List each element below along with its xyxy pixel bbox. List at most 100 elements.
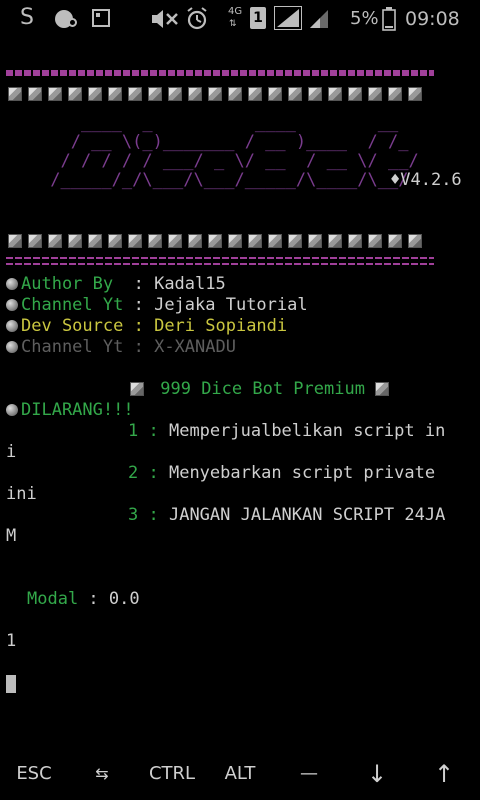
info-value: Kadal15 xyxy=(154,274,226,294)
ascii-line: / / / / / ___/ _ \/ __ / __ \/ __/ xyxy=(40,151,419,171)
esc-key[interactable]: ESC xyxy=(0,752,68,800)
cube-icon xyxy=(268,234,282,248)
info-value: X-XANADU xyxy=(154,337,236,357)
cube-icon xyxy=(130,382,144,396)
dash-key[interactable]: — xyxy=(272,752,346,800)
cube-icon xyxy=(248,87,262,101)
separator-mid-2 xyxy=(6,263,434,265)
cube-icon xyxy=(128,234,142,248)
rule-text: Menyebarkan script private xyxy=(168,463,446,483)
info-sep: : xyxy=(133,274,155,294)
cube-icon xyxy=(408,234,422,248)
info-value: Jejaka Tutorial xyxy=(154,295,308,315)
cube-icon xyxy=(28,87,42,101)
battery-percent: 5% xyxy=(350,8,379,29)
ascii-line: ____ _ ____ __ xyxy=(40,113,409,133)
signal-icon xyxy=(274,6,302,30)
image-icon xyxy=(92,9,110,27)
cube-icon xyxy=(388,87,402,101)
rule-3: 3 : JANGAN JALANKAN SCRIPT 24JA xyxy=(128,505,445,526)
rule-num: 2 xyxy=(128,463,139,483)
cube-icon xyxy=(168,87,182,101)
bullet-icon xyxy=(6,299,18,311)
cube-icon xyxy=(228,87,242,101)
rule-text: Memperjualbelikan script in xyxy=(168,421,446,441)
cube-icon xyxy=(68,87,82,101)
bot-title: 999 Dice Bot Premium xyxy=(130,379,395,400)
cube-icon xyxy=(288,234,302,248)
cube-row-top xyxy=(8,87,428,105)
input-echo: 1 xyxy=(6,631,17,651)
info-sep: : xyxy=(133,295,155,315)
rule-2-wrap: ini xyxy=(6,484,37,504)
rule-text: JANGAN JALANKAN SCRIPT 24JA xyxy=(168,505,446,525)
rule-3-wrap: M xyxy=(6,526,17,546)
ascii-line: /_____/_/\___/\___/_____/\____/\__/ xyxy=(40,170,409,190)
rule-sep: : xyxy=(138,505,169,525)
separator-mid-1 xyxy=(6,257,434,259)
cube-icon xyxy=(328,87,342,101)
cube-icon xyxy=(48,234,62,248)
warning-line: DILARANG!!! xyxy=(6,400,134,421)
bullet-icon xyxy=(6,320,18,332)
terminal-screen[interactable]: S 4G ⇅ 1 5% 09:08 ____ _ ____ __ / __ \(… xyxy=(0,0,480,800)
network-type: 4G xyxy=(228,6,243,17)
cube-icon xyxy=(308,234,322,248)
ascii-line: / __ \(_)_______ / __ )____ / /_ xyxy=(40,132,409,152)
sim-slot: 1 xyxy=(250,7,266,29)
info-dev-source: Dev Source : Deri Sopiandi xyxy=(6,316,287,337)
ctrl-key[interactable]: CTRL xyxy=(136,752,208,800)
modal-label: Modal xyxy=(27,589,79,609)
cube-icon xyxy=(68,234,82,248)
info-label: Channel Yt xyxy=(21,337,134,357)
cube-icon xyxy=(108,234,122,248)
alt-key[interactable]: ALT xyxy=(208,752,272,800)
cube-icon xyxy=(48,87,62,101)
cube-icon xyxy=(168,234,182,248)
tab-key[interactable]: ⇆ xyxy=(68,752,136,800)
cube-icon xyxy=(188,87,202,101)
info-channel-2: Channel Yt : X-XANADU xyxy=(6,337,236,358)
rule-num: 3 xyxy=(128,505,139,525)
cube-icon xyxy=(188,234,202,248)
cube-icon xyxy=(148,87,162,101)
signal-2-icon xyxy=(310,10,328,28)
cube-icon xyxy=(288,87,302,101)
cube-icon xyxy=(228,234,242,248)
cube-row-bottom xyxy=(8,234,428,252)
bot-title-text: 999 Dice Bot Premium xyxy=(160,379,365,399)
cube-icon xyxy=(248,234,262,248)
cube-icon xyxy=(28,234,42,248)
mute-icon xyxy=(152,10,178,28)
rule-1-wrap: i xyxy=(6,442,17,462)
info-label: Dev Source xyxy=(21,316,134,336)
cube-icon xyxy=(208,87,222,101)
info-value: Deri Sopiandi xyxy=(154,316,288,336)
data-arrows-icon: ⇅ xyxy=(229,19,237,29)
down-arrow-key[interactable]: ↓ xyxy=(346,752,408,800)
cube-icon xyxy=(408,87,422,101)
cube-icon xyxy=(348,234,362,248)
battery-icon xyxy=(382,7,396,31)
separator-top xyxy=(6,70,434,76)
app-s-icon: S xyxy=(20,5,34,30)
rule-sep: : xyxy=(138,421,169,441)
info-author: Author By : Kadal15 xyxy=(6,274,226,295)
diamond-icon: ♦ xyxy=(390,170,401,190)
alarm-icon xyxy=(187,7,207,30)
cube-icon xyxy=(328,234,342,248)
modal-value: 0.0 xyxy=(108,589,140,609)
rule-1: 1 : Memperjualbelikan script in xyxy=(128,421,445,442)
bullet-icon xyxy=(6,341,18,353)
sim-badge-icon xyxy=(68,18,77,27)
info-channel: Channel Yt : Jejaka Tutorial xyxy=(6,295,308,316)
modal-line: Modal : 0.0 xyxy=(27,589,140,610)
up-arrow-key[interactable]: ↑ xyxy=(408,752,480,800)
warning-label: DILARANG!!! xyxy=(21,400,134,420)
cube-icon xyxy=(88,87,102,101)
rule-num: 1 xyxy=(128,421,139,441)
rule-2: 2 : Menyebarkan script private xyxy=(128,463,445,484)
cube-icon xyxy=(128,87,142,101)
text-cursor[interactable] xyxy=(6,675,16,693)
cube-icon xyxy=(348,87,362,101)
